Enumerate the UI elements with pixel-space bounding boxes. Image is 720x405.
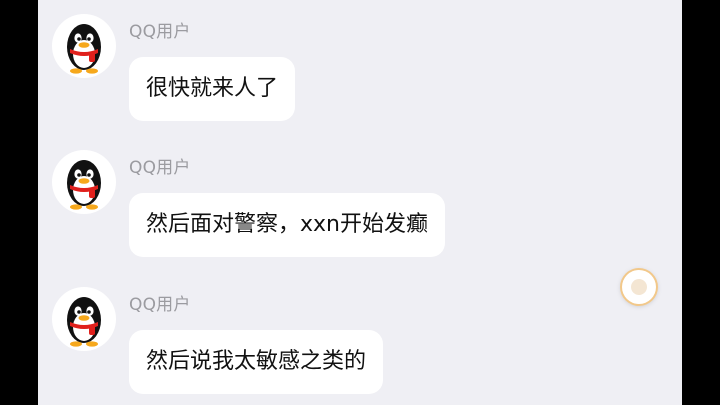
sender-name: QQ用户: [129, 22, 191, 42]
qq-penguin-avatar-icon[interactable]: [52, 150, 116, 214]
message-bubble[interactable]: 很快就来人了: [129, 57, 296, 121]
assistive-touch-icon[interactable]: [622, 270, 656, 304]
chat-message: QQ用户 然后说我太敏感之类的: [38, 287, 682, 397]
chat-message: QQ用户 很快就来人了: [38, 14, 682, 124]
chat-message-list[interactable]: QQ用户 很快就来人了 QQ用户 然后面对警察，xxn开始发癫 QQ用户 然后说…: [38, 0, 682, 405]
chat-message: QQ用户 然后面对警察，xxn开始发癫: [38, 150, 682, 260]
message-bubble[interactable]: 然后说我太敏感之类的: [129, 330, 384, 394]
sender-name: QQ用户: [129, 295, 191, 315]
qq-penguin-avatar-icon[interactable]: [52, 14, 116, 78]
message-bubble[interactable]: 然后面对警察，xxn开始发癫: [129, 193, 445, 257]
app-window: QQ用户 很快就来人了 QQ用户 然后面对警察，xxn开始发癫 QQ用户 然后说…: [0, 0, 720, 405]
sender-name: QQ用户: [129, 158, 191, 178]
qq-penguin-avatar-icon[interactable]: [52, 287, 116, 351]
